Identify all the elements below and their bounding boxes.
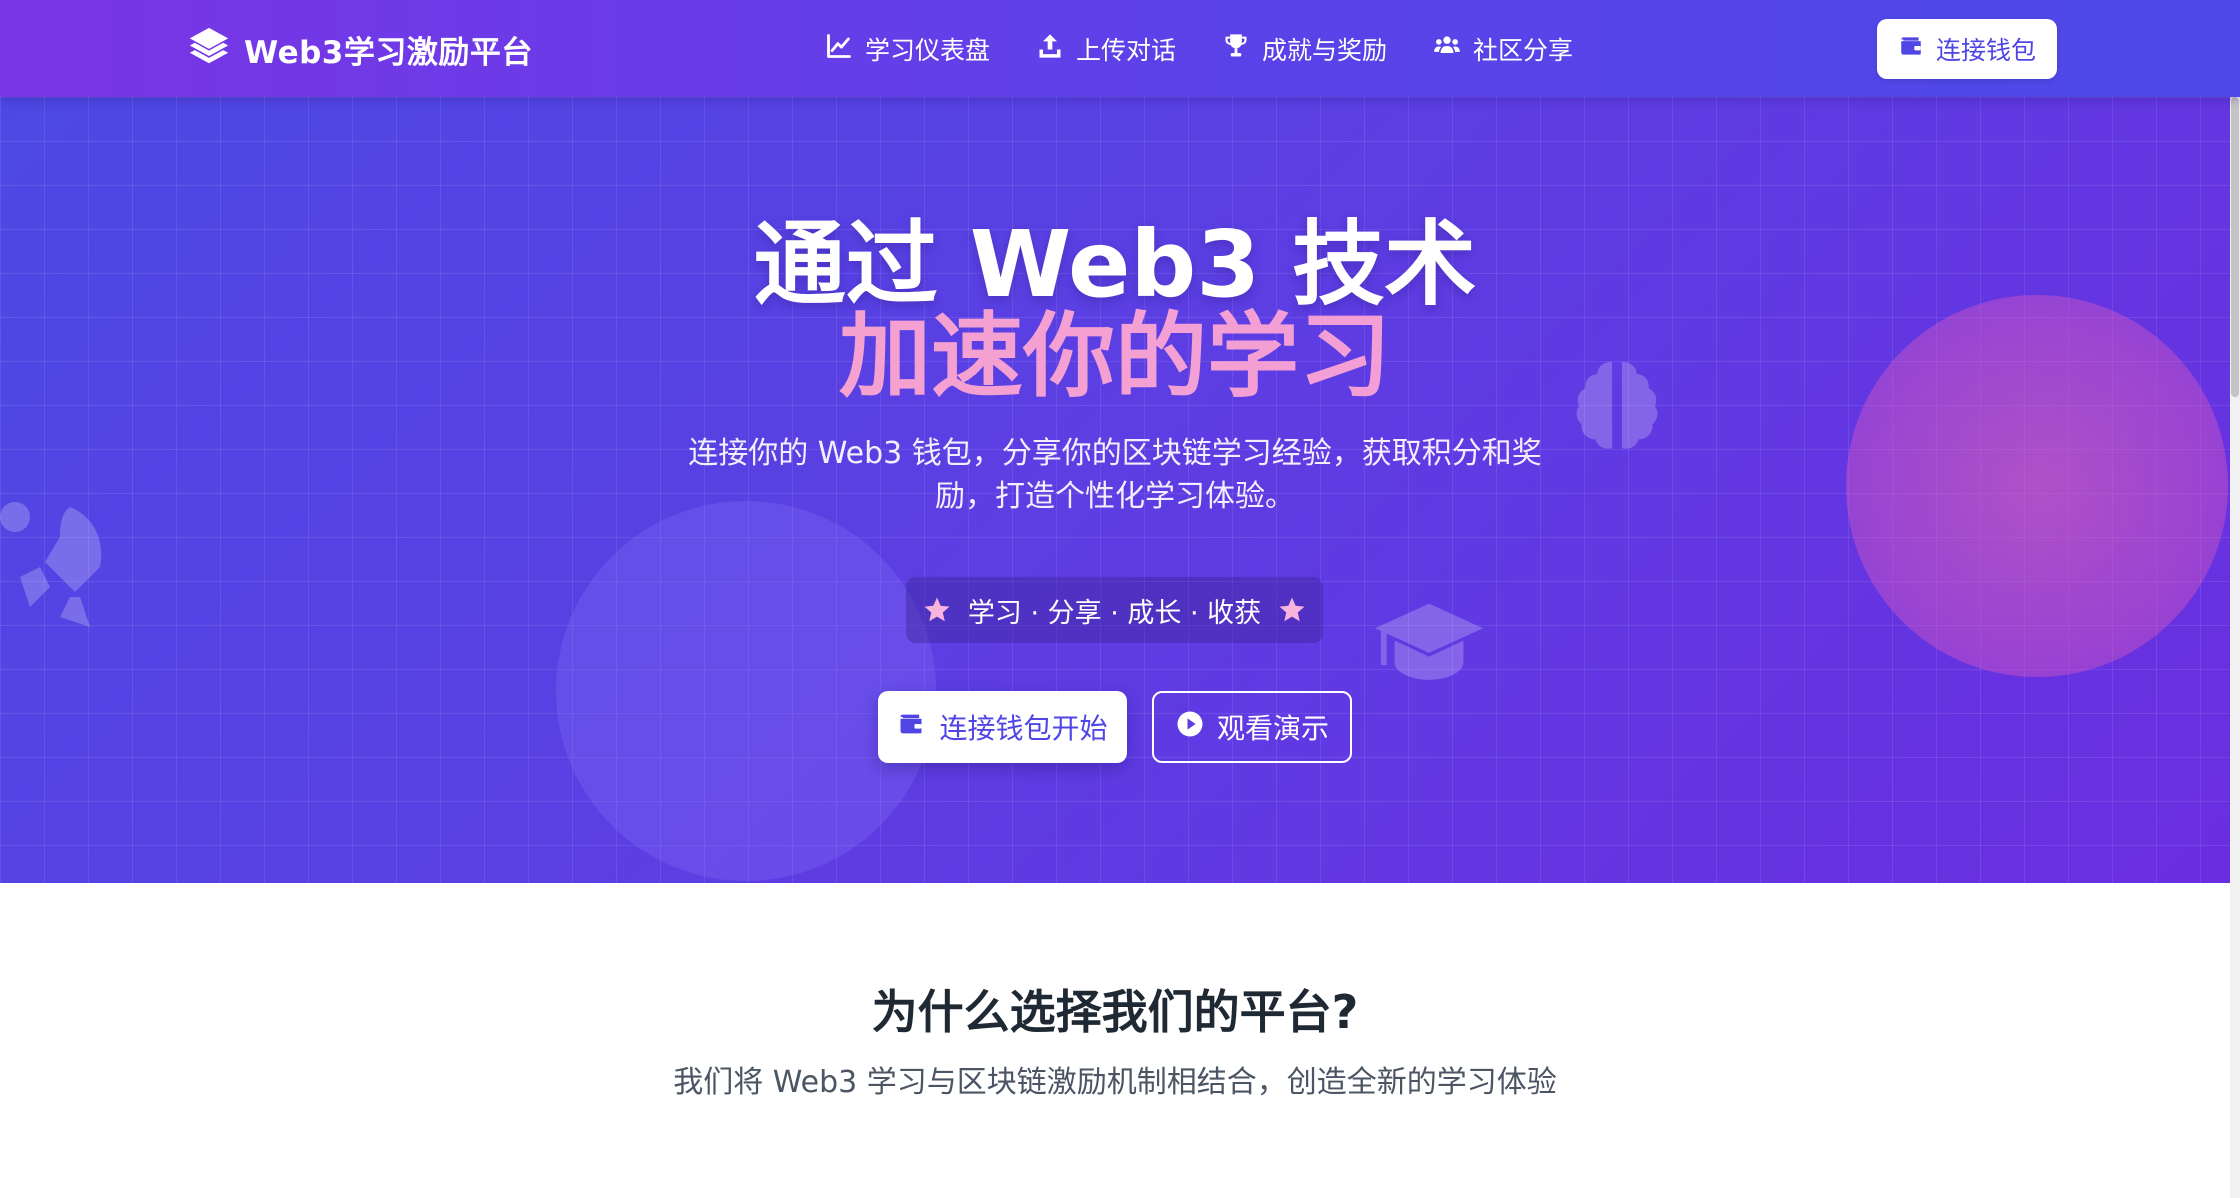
connect-wallet-button[interactable]: 连接钱包 (1877, 19, 2057, 79)
upload-icon (1036, 32, 1076, 66)
tagline-badge: 学习 · 分享 · 成长 · 收获 (906, 577, 1323, 643)
hero-title: 通过 Web3 技术 (753, 211, 1477, 318)
nav-item-achievements[interactable]: 成就与奖励 (1222, 31, 1387, 67)
nav-item-dashboard[interactable]: 学习仪表盘 (825, 31, 990, 67)
wallet-icon (897, 710, 939, 745)
users-icon (1433, 32, 1473, 66)
graduation-cap-icon (1370, 593, 1488, 693)
star-icon (1277, 595, 1307, 625)
tagline-text: 学习 · 分享 · 成长 · 收获 (967, 597, 1262, 629)
nav-item-label: 上传对话 (1076, 36, 1177, 65)
hero-section: 通过 Web3 技术 加速你的学习 连接你的 Web3 钱包，分享你的区块链学习… (0, 97, 2230, 883)
wallet-icon (1898, 33, 1936, 65)
hero-description: 连接你的 Web3 钱包，分享你的区块链学习经验，获取积分和奖励，打造个性化学习… (688, 436, 1542, 514)
nav-item-label: 成就与奖励 (1262, 36, 1388, 65)
brand-name: Web3学习激励平台 (244, 34, 533, 71)
connect-wallet-start-label: 连接钱包开始 (939, 712, 1108, 745)
star-icon (922, 595, 952, 625)
top-navbar: Web3学习激励平台 学习仪表盘 上传对话 成就与奖励 社区分享 连接钱包 (0, 0, 2240, 97)
decorative-circle (556, 501, 936, 881)
nav-item-community[interactable]: 社区分享 (1433, 31, 1573, 67)
hero-title-highlight: 加速你的学习 (0, 307, 2230, 407)
watch-demo-label: 观看演示 (1216, 712, 1329, 745)
connect-wallet-start-button[interactable]: 连接钱包开始 (878, 691, 1127, 763)
rocket-icon (0, 487, 110, 637)
connect-wallet-label: 连接钱包 (1935, 36, 2036, 65)
scrollbar-thumb[interactable] (2231, 97, 2239, 397)
watch-demo-button[interactable]: 观看演示 (1152, 691, 1352, 763)
trophy-icon (1222, 32, 1262, 66)
section-subtitle: 我们将 Web3 学习与区块链激励机制相结合，创造全新的学习体验 (673, 1065, 1557, 1100)
nav-item-label: 学习仪表盘 (865, 36, 991, 65)
page-scrollbar[interactable] (2230, 97, 2240, 1198)
section-title: 为什么选择我们的平台? (871, 985, 1359, 1039)
main-nav: 学习仪表盘 上传对话 成就与奖励 社区分享 (825, 24, 1619, 74)
play-circle-icon (1175, 709, 1217, 746)
nav-item-upload[interactable]: 上传对话 (1036, 31, 1176, 67)
brand-logo-link[interactable]: Web3学习激励平台 (186, 24, 533, 74)
layers-logo-icon (186, 24, 232, 74)
nav-item-label: 社区分享 (1473, 36, 1574, 65)
chart-line-icon (825, 32, 865, 66)
